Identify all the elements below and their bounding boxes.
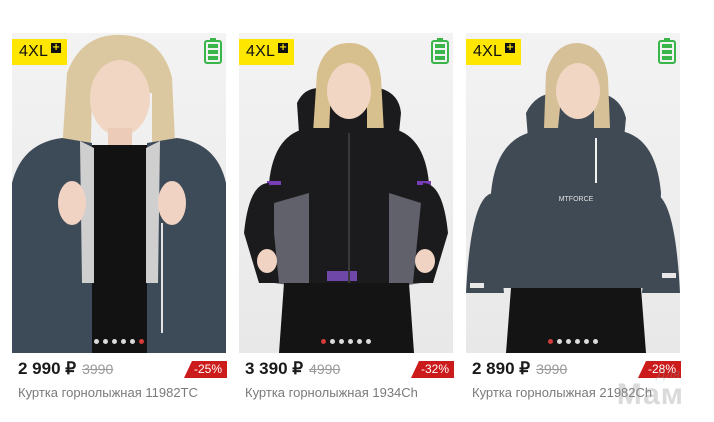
carousel-dot[interactable] [112, 339, 117, 344]
product-card[interactable]: MTFORCE 4XL + 2 890 ₽ 3990 -28% Куртка г… [466, 33, 681, 403]
battery-full-icon [204, 38, 222, 64]
size-label: 4XL [473, 43, 503, 60]
svg-text:MTFORCE: MTFORCE [559, 196, 594, 203]
carousel-dot[interactable] [584, 339, 589, 344]
price: 3 390 ₽ [245, 359, 304, 378]
carousel-dots[interactable] [548, 339, 598, 344]
carousel-dot[interactable] [339, 339, 344, 344]
model-image [244, 43, 448, 353]
battery-full-icon [431, 38, 449, 64]
carousel-dots[interactable] [94, 339, 144, 344]
product-card[interactable]: 4XL + 3 390 ₽ 4990 -32% Куртка горнолыжн… [239, 33, 454, 403]
size-label: 4XL [19, 43, 49, 60]
old-price: 3990 [536, 361, 568, 377]
carousel-dot[interactable] [330, 339, 335, 344]
carousel-dots[interactable] [321, 339, 371, 344]
carousel-dot[interactable] [121, 339, 126, 344]
carousel-dot[interactable] [593, 339, 598, 344]
carousel-dot[interactable] [348, 339, 353, 344]
model-image: MTFORCE [466, 43, 680, 353]
model-image [12, 34, 226, 353]
plus-icon: + [505, 42, 516, 53]
size-badge: 4XL + [466, 39, 522, 65]
carousel-dot[interactable] [366, 339, 371, 344]
carousel-dot[interactable] [357, 339, 362, 344]
watermark-logo: Для Мам [617, 367, 684, 410]
carousel-dot-active[interactable] [321, 339, 326, 344]
product-photo[interactable]: 4XL + [12, 33, 226, 353]
carousel-dot[interactable] [557, 339, 562, 344]
product-photo[interactable]: 4XL + [239, 33, 453, 353]
carousel-dot[interactable] [566, 339, 571, 344]
carousel-dot[interactable] [575, 339, 580, 344]
product-title[interactable]: Куртка горнолыжная 1934Ch [245, 385, 454, 400]
size-label: 4XL [246, 43, 276, 60]
price-row: 2 990 ₽ 3990 -25% [12, 357, 227, 381]
old-price: 3990 [82, 361, 114, 377]
price: 2 890 ₽ [472, 359, 531, 378]
product-photo[interactable]: MTFORCE 4XL + [466, 33, 680, 353]
discount-badge: -32% [410, 361, 454, 378]
size-badge: 4XL + [12, 39, 68, 65]
size-badge: 4XL + [239, 39, 295, 65]
product-title[interactable]: Куртка горнолыжная 11982ТС [18, 385, 227, 400]
product-card[interactable]: 4XL + 2 990 ₽ 3990 -25% Куртка горнолыжн… [12, 33, 227, 403]
price-row: 3 390 ₽ 4990 -32% [239, 357, 454, 381]
battery-full-icon [658, 38, 676, 64]
price: 2 990 ₽ [18, 359, 77, 378]
discount-badge: -25% [183, 361, 227, 378]
carousel-dot[interactable] [94, 339, 99, 344]
watermark-big: Мам [616, 378, 684, 411]
plus-icon: + [278, 42, 289, 53]
old-price: 4990 [309, 361, 341, 377]
carousel-dot[interactable] [130, 339, 135, 344]
plus-icon: + [51, 42, 62, 53]
carousel-dot-active[interactable] [139, 339, 144, 344]
product-grid: 4XL + 2 990 ₽ 3990 -25% Куртка горнолыжн… [0, 0, 714, 422]
carousel-dot[interactable] [103, 339, 108, 344]
carousel-dot-active[interactable] [548, 339, 553, 344]
